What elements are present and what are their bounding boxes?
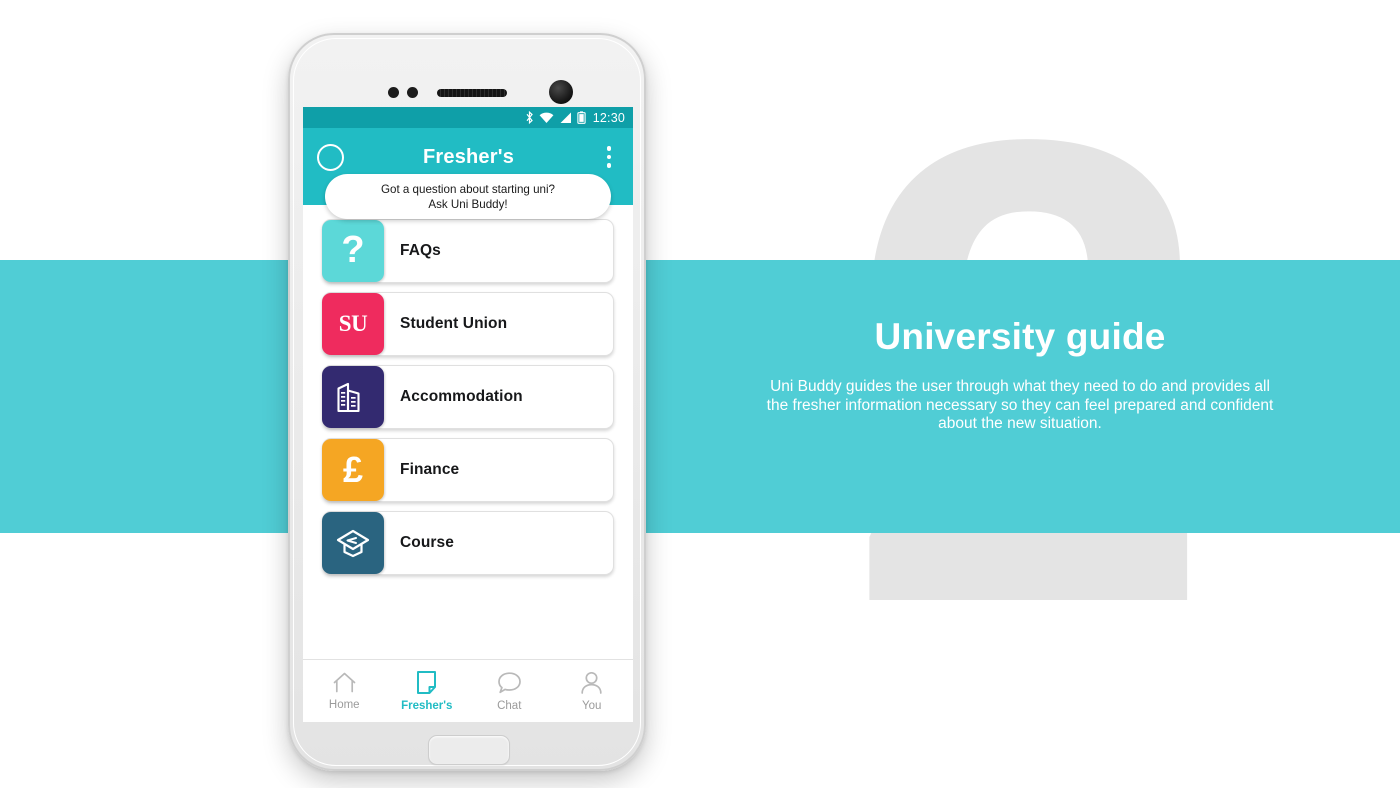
list-item-label: Course — [400, 534, 455, 551]
proximity-sensor-icon — [388, 87, 399, 98]
document-icon — [417, 671, 437, 694]
buildings-icon — [322, 366, 384, 428]
list-item-accommodation[interactable]: Accommodation — [322, 365, 614, 429]
fresher-menu-list: ? FAQs SU Student Union Accommodation £ … — [303, 205, 633, 592]
bottom-navigation: Home Fresher's Chat You — [303, 659, 633, 722]
list-item-label: Finance — [400, 461, 460, 478]
bubble-line-2: Ask Uni Buddy! — [428, 197, 508, 211]
list-item-course[interactable]: Course — [322, 511, 614, 575]
question-mark-icon: ? — [322, 220, 384, 282]
list-item-faqs[interactable]: ? FAQs — [322, 219, 614, 283]
light-sensor-icon — [407, 87, 418, 98]
graduation-cap-icon — [322, 512, 384, 574]
nav-label: Chat — [497, 699, 522, 712]
bluetooth-icon — [526, 111, 533, 124]
nav-item-home[interactable]: Home — [303, 671, 386, 711]
front-camera-icon — [549, 80, 573, 104]
bubble-line-1: Got a question about starting uni? — [380, 182, 556, 196]
list-item-student-union[interactable]: SU Student Union — [322, 292, 614, 356]
person-icon — [581, 671, 602, 694]
chat-bubble-icon — [497, 671, 521, 693]
phone-screen: 12:30 Fresher's Got a question about sta… — [303, 107, 633, 722]
nav-item-freshers[interactable]: Fresher's — [386, 670, 469, 712]
wifi-icon — [539, 112, 554, 123]
list-item-label: Student Union — [400, 315, 508, 332]
faq-glyph: ? — [341, 229, 365, 271]
overflow-menu-icon[interactable] — [599, 146, 619, 168]
home-button[interactable] — [428, 735, 510, 765]
nav-item-chat[interactable]: Chat — [468, 671, 551, 712]
uni-buddy-prompt-bubble[interactable]: Got a question about starting uni? Ask U… — [325, 174, 611, 219]
cellular-signal-icon — [560, 112, 571, 123]
earpiece-speaker — [437, 89, 507, 97]
battery-icon — [577, 111, 586, 124]
overflow-dot — [606, 154, 612, 160]
nav-item-you[interactable]: You — [551, 671, 634, 712]
slide-canvas: 2 University guide Uni Buddy guides the … — [0, 0, 1400, 788]
nav-label: Fresher's — [401, 700, 453, 712]
list-item-finance[interactable]: £ Finance — [322, 438, 614, 502]
graduation-cap-glyph — [336, 529, 370, 558]
slide-copy: University guide Uni Buddy guides the us… — [760, 316, 1280, 434]
buildings-glyph — [337, 382, 360, 413]
su-monogram-icon: SU — [322, 293, 384, 355]
pound-glyph: £ — [342, 449, 364, 490]
status-bar: 12:30 — [303, 107, 633, 128]
overflow-dot — [606, 163, 612, 168]
overflow-dot — [606, 146, 612, 151]
pound-sterling-icon: £ — [322, 439, 384, 501]
list-bottom-spacer — [322, 584, 614, 592]
slide-title: University guide — [874, 316, 1166, 357]
status-bar-clock: 12:30 — [592, 110, 625, 125]
app-bar-title: Fresher's — [422, 145, 515, 168]
su-glyph: SU — [338, 311, 368, 336]
list-item-label: Accommodation — [400, 388, 523, 405]
slide-description: Uni Buddy guides the user through what t… — [766, 378, 1274, 433]
nav-label: You — [582, 699, 602, 712]
phone-mockup: 12:30 Fresher's Got a question about sta… — [288, 33, 646, 771]
home-icon — [333, 672, 356, 693]
nav-label: Home — [328, 699, 360, 711]
list-item-label: FAQs — [400, 242, 441, 259]
